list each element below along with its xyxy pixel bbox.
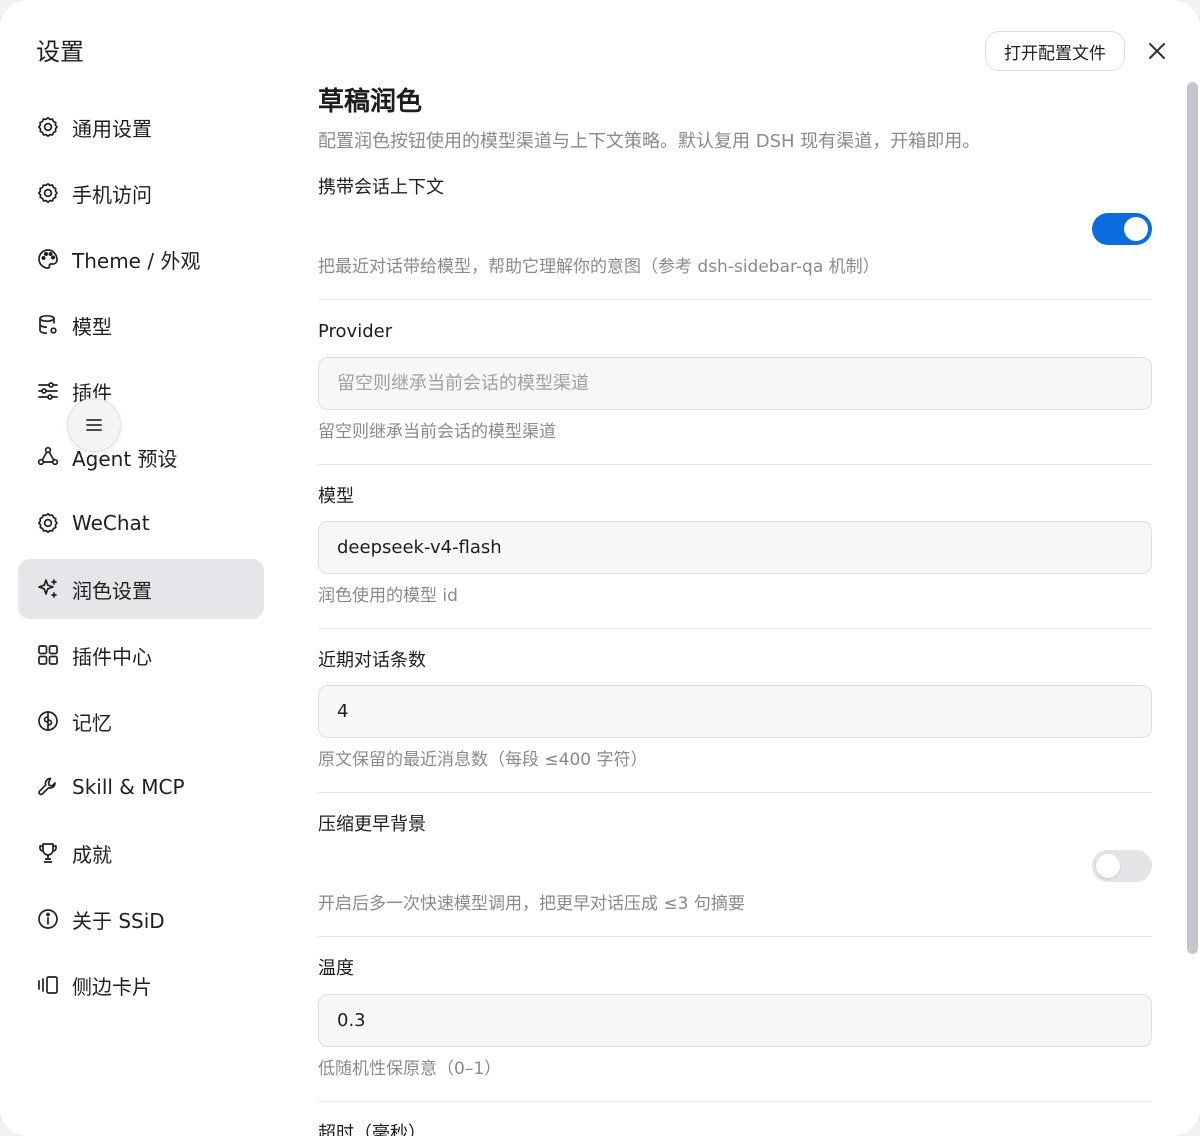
settings-dialog: 设置 打开配置文件 通用设置 手机访问 Theme / 外观 模型 插件 Age…: [0, 0, 1200, 1136]
model-hint: 润色使用的模型 id: [318, 586, 458, 606]
sidebar-item-side-cards[interactable]: 侧边卡片: [18, 955, 264, 1015]
sidebar-item-label: Theme / 外观: [72, 248, 201, 273]
divider: [318, 299, 1152, 300]
sidebar-item-label: 关于 SSiD: [72, 908, 165, 933]
recent-count-input[interactable]: [318, 685, 1152, 738]
recent-count-hint: 原文保留的最近消息数（每段 ≤400 字符）: [318, 750, 648, 770]
divider: [318, 628, 1152, 629]
sidebar-item-label: Skill & MCP: [72, 775, 185, 799]
compress-hint: 开启后多一次快速模型调用，把更早对话压成 ≤3 句摘要: [318, 894, 745, 914]
page-title: 草稿润色: [318, 87, 423, 117]
sidebar-item-models[interactable]: 模型: [18, 295, 264, 355]
divider: [318, 464, 1152, 465]
sidebar-item-agent-presets[interactable]: Agent 预设: [18, 427, 264, 487]
model-label: 模型: [318, 486, 354, 507]
sidebar-item-label: 记忆: [72, 710, 112, 735]
sidebar-item-general[interactable]: 通用设置: [18, 97, 264, 157]
menu-icon: [86, 419, 102, 431]
sidebar-item-skill-mcp[interactable]: Skill & MCP: [18, 757, 264, 817]
sidebar-item-mobile-access[interactable]: 手机访问: [18, 163, 264, 223]
temperature-input[interactable]: [318, 994, 1152, 1047]
sidebar-item-polish-settings[interactable]: 润色设置: [18, 559, 264, 619]
trophy-icon: [36, 841, 60, 865]
divider: [318, 1101, 1152, 1102]
sidebar-item-label: WeChat: [72, 511, 150, 535]
model-input[interactable]: [318, 521, 1152, 574]
scrollbar-thumb[interactable]: [1187, 82, 1198, 954]
sidebar-item-label: 模型: [72, 314, 112, 339]
sidebar-item-label: 通用设置: [72, 116, 152, 141]
grid-icon: [36, 643, 60, 667]
gear-icon: [36, 181, 60, 205]
sidebar-item-achievements[interactable]: 成就: [18, 823, 264, 883]
sparkle-icon: [36, 577, 60, 601]
wrench-icon: [36, 775, 60, 799]
gear-icon: [36, 511, 60, 535]
agent-icon: [36, 445, 60, 469]
gear-icon: [36, 115, 60, 139]
side-cards-icon: [36, 973, 60, 997]
sidebar-item-plugin-center[interactable]: 插件中心: [18, 625, 264, 685]
divider: [318, 792, 1152, 793]
info-icon: [36, 907, 60, 931]
sidebar-item-label: 插件中心: [72, 644, 152, 669]
sliders-icon: [36, 379, 60, 403]
carry-context-toggle[interactable]: [1092, 213, 1152, 245]
palette-icon: [36, 247, 60, 271]
toggle-knob: [1096, 854, 1120, 878]
divider: [318, 936, 1152, 937]
settings-content: 草稿润色 配置润色按钮使用的模型渠道与上下文策略。默认复用 DSH 现有渠道，开…: [318, 0, 1152, 1136]
recent-count-label: 近期对话条数: [318, 650, 426, 671]
sidebar-item-plugins[interactable]: 插件: [18, 361, 264, 421]
database-icon: [36, 313, 60, 337]
provider-input[interactable]: [318, 357, 1152, 410]
temperature-hint: 低随机性保原意（0–1）: [318, 1059, 502, 1079]
provider-label: Provider: [318, 321, 393, 342]
floating-menu-button[interactable]: [67, 398, 121, 452]
sidebar-item-label: 润色设置: [72, 578, 152, 603]
sidebar-item-label: 成就: [72, 842, 112, 867]
sidebar-item-label: 侧边卡片: [72, 974, 152, 999]
page-description: 配置润色按钮使用的模型渠道与上下文策略。默认复用 DSH 现有渠道，开箱即用。: [318, 131, 981, 152]
carry-context-hint: 把最近对话带给模型，帮助它理解你的意图（参考 dsh-sidebar-qa 机制…: [318, 257, 880, 277]
sidebar-item-memory[interactable]: 记忆: [18, 691, 264, 751]
sidebar-item-about[interactable]: 关于 SSiD: [18, 889, 264, 949]
timeout-label: 超时（毫秒）: [318, 1123, 426, 1136]
sidebar: 通用设置 手机访问 Theme / 外观 模型 插件 Agent 预设 WeCh…: [0, 0, 290, 1136]
provider-hint: 留空则继承当前会话的模型渠道: [318, 422, 556, 442]
toggle-knob: [1124, 217, 1148, 241]
sidebar-item-label: 手机访问: [72, 182, 152, 207]
carry-context-label: 携带会话上下文: [318, 177, 444, 198]
brain-icon: [36, 709, 60, 733]
sidebar-item-wechat[interactable]: WeChat: [18, 493, 264, 553]
sidebar-item-theme[interactable]: Theme / 外观: [18, 229, 264, 289]
compress-label: 压缩更早背景: [318, 814, 426, 835]
temperature-label: 温度: [318, 958, 354, 979]
compress-toggle[interactable]: [1092, 850, 1152, 882]
